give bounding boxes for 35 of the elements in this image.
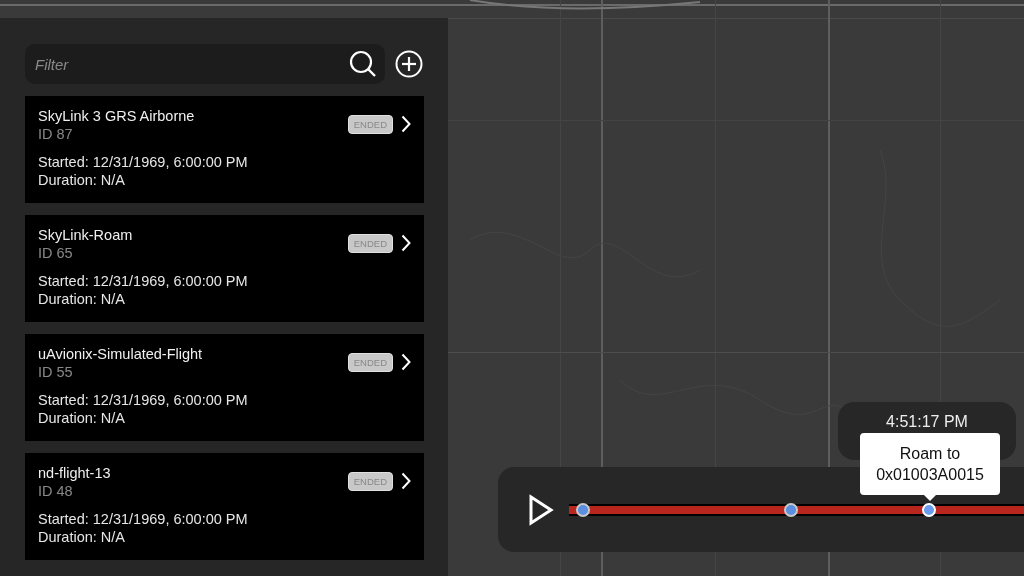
flight-name: SkyLink 3 GRS Airborne	[38, 107, 196, 125]
duration: Duration: N/A	[38, 171, 127, 189]
flight-id: ID 55	[38, 363, 74, 381]
status-badge: ENDED	[347, 471, 393, 491]
flight-id: ID 87	[38, 125, 74, 143]
flight-name: uAvionix-Simulated-Flight	[38, 345, 204, 363]
chevron-right-icon[interactable]	[401, 234, 411, 252]
chevron-right-icon[interactable]	[401, 472, 411, 490]
duration: Duration: N/A	[38, 290, 127, 308]
chevron-right-icon[interactable]	[401, 353, 411, 371]
flight-card[interactable]: uAvionix-Simulated-Flight ID 55 Started: 12/31/1969, 6:00:00 PM Duration: N/A ENDED	[25, 334, 424, 441]
chevron-right-icon[interactable]	[401, 115, 411, 133]
started-time: Started: 12/31/1969, 6:00:00 PM	[38, 153, 249, 171]
flight-name: SkyLink-Roam	[38, 226, 134, 244]
tooltip-pointer-icon	[924, 495, 936, 501]
flight-card[interactable]: SkyLink-Roam ID 65 Started: 12/31/1969, 6:00:00 PM Duration: N/A ENDED	[25, 215, 424, 322]
status-badge: ENDED	[347, 352, 393, 372]
filter-field[interactable]: Filter	[25, 44, 385, 84]
flight-name: nd-flight-13	[38, 464, 112, 482]
started-time: Started: 12/31/1969, 6:00:00 PM	[38, 510, 249, 528]
started-time: Started: 12/31/1969, 6:00:00 PM	[38, 272, 249, 290]
duration: Duration: N/A	[38, 528, 127, 546]
event-marker[interactable]	[576, 503, 590, 517]
event-marker[interactable]	[784, 503, 798, 517]
flight-card[interactable]: SkyLink 3 GRS Airborne ID 87 Started: 12/31/1969, 6:00:00 PM Duration: N/A ENDED	[25, 96, 424, 203]
started-time: Started: 12/31/1969, 6:00:00 PM	[38, 391, 249, 409]
status-badge: ENDED	[347, 114, 393, 134]
status-badge: ENDED	[347, 233, 393, 253]
search-icon[interactable]	[349, 50, 377, 78]
flight-id: ID 65	[38, 244, 74, 262]
duration: Duration: N/A	[38, 409, 127, 427]
add-icon[interactable]	[395, 50, 423, 78]
event-tooltip: Roam to 0x01003A0015	[860, 433, 1000, 495]
flight-id: ID 48	[38, 482, 74, 500]
flight-card[interactable]: nd-flight-13 ID 48 Started: 12/31/1969, 6:00:00 PM Duration: N/A ENDED	[25, 453, 424, 560]
